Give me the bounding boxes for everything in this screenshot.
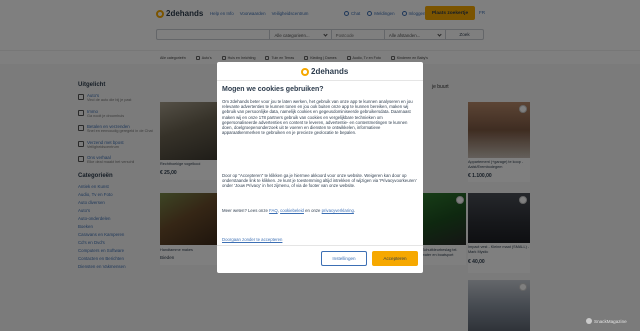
privacy-statement-link[interactable]: privacyverklaring [322, 208, 354, 213]
watermark-icon [586, 318, 592, 324]
accept-button[interactable]: Accepteren [372, 251, 418, 266]
watermark-text: SnackMagazine [594, 318, 627, 324]
more-and: en onze [303, 208, 322, 213]
settings-button[interactable]: Instellingen [321, 251, 367, 266]
dialog-footer-divider [217, 245, 423, 246]
dialog-paragraph-more: Meer weten? Lees onze FAQ, cookiebeleid … [222, 208, 418, 213]
more-dot: . [353, 208, 356, 213]
dialog-divider [217, 80, 423, 81]
dialog-logo-text: 2dehands [311, 67, 349, 76]
dialog-title: Mogen we cookies gebruiken? [222, 86, 324, 93]
watermark: SnackMagazine [586, 318, 627, 324]
continue-without-accepting-link[interactable]: Doorgaan zonder te accepteren [222, 237, 282, 242]
dialog-logo: 2dehands [301, 67, 348, 76]
cookie-consent-dialog: 2dehands Mogen we cookies gebruiken? Om … [217, 62, 423, 273]
more-prefix: Meer weten? Lees onze [222, 208, 270, 213]
dialog-paragraph-consent: Door op "Accepteren" te klikken ga je hi… [222, 173, 417, 189]
dialog-paragraph-main: Om 2dehands beter voor jou te laten werk… [222, 99, 413, 136]
logo-mark-icon [301, 67, 309, 76]
cookie-policy-link[interactable]: cookiebeleid [280, 208, 304, 213]
faq-link[interactable]: FAQ [269, 208, 278, 213]
